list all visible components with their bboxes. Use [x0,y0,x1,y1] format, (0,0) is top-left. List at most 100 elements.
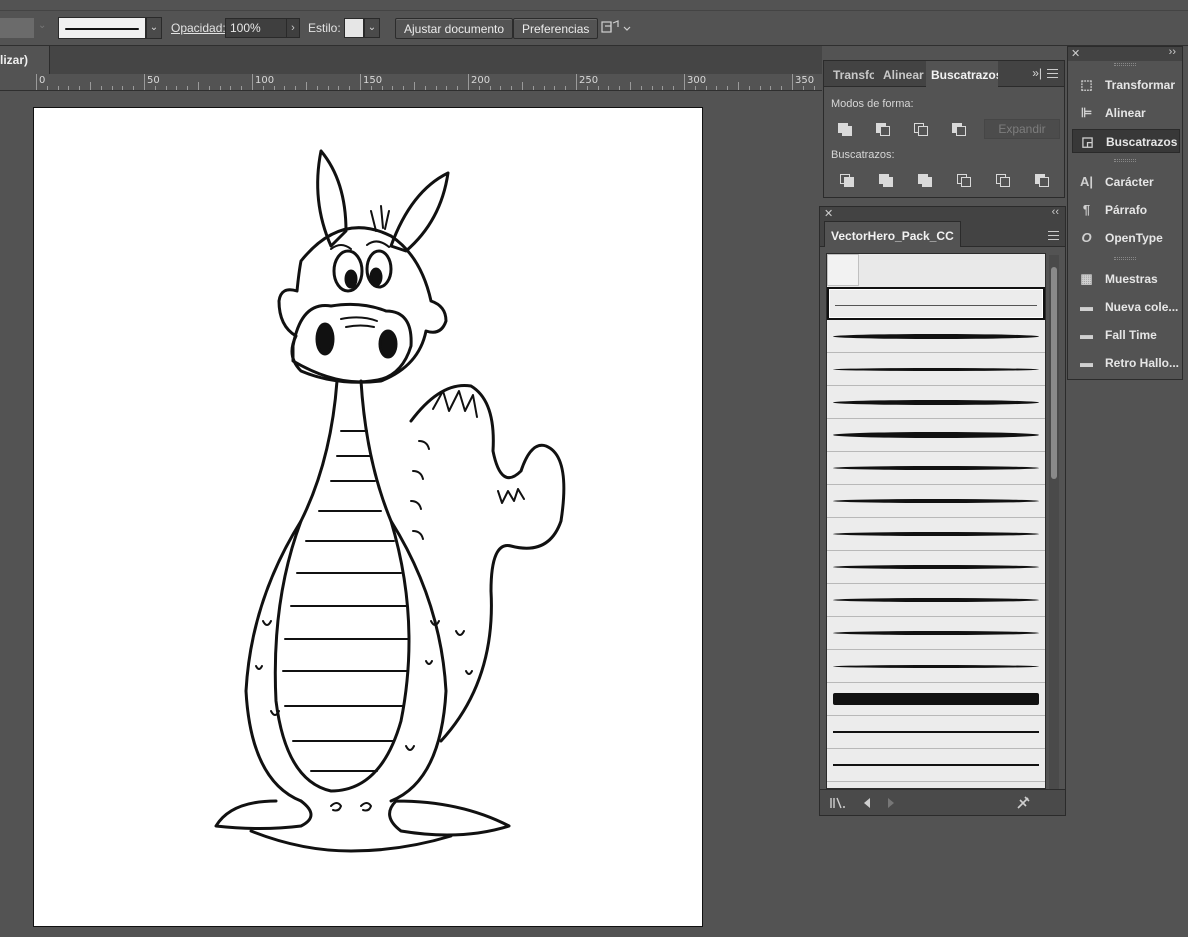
ruler-label: 150 [363,75,383,86]
transform-icon: ⬚ [1080,77,1093,92]
brush-stroke-preview [833,664,1039,668]
ruler-minor-tick [327,86,329,90]
brush-item[interactable] [827,287,1045,320]
ruler-minor-tick [295,86,297,90]
brush-item[interactable] [827,683,1045,716]
ruler-minor-tick [187,86,189,90]
document-tab[interactable]: lizar) [0,46,50,74]
tab-vectorhero[interactable]: VectorHero_Pack_CC [824,221,961,247]
chevron-right-icon[interactable]: › [286,18,300,38]
trim-icon[interactable] [877,172,895,188]
expand-button[interactable]: Expandir [984,119,1060,139]
ruler-minor-tick [284,86,286,90]
fit-document-button[interactable]: Ajustar documento [395,18,514,39]
ruler-major-tick [252,74,253,90]
arrange-documents-icon[interactable] [601,20,631,38]
minus-back-icon[interactable] [1033,172,1051,188]
merge-icon[interactable] [916,172,934,188]
opacity-input[interactable]: 100% [225,18,287,38]
intersect-icon[interactable] [912,121,930,137]
brush-options-icon[interactable] [1016,796,1030,810]
chevron-down-icon[interactable]: ⌄ [364,18,380,38]
brush-item[interactable] [827,254,859,286]
dock-item-pathfinder[interactable]: ◲ Buscatrazos [1072,129,1180,153]
crop-icon[interactable] [955,172,973,188]
dock-item-label: Muestras [1105,272,1158,286]
brush-stroke-preview[interactable] [58,17,146,39]
expand-icon[interactable]: ›› [1169,46,1176,58]
brush-item[interactable] [827,320,1045,353]
dock-item-align[interactable]: ⊫ Alinear [1072,101,1180,125]
brush-item[interactable] [827,518,1045,551]
panel-menu-icon[interactable] [1047,69,1058,78]
tab-pathfinder[interactable]: Buscatrazos [926,61,998,87]
dock-item-character[interactable]: A| Carácter [1072,170,1180,194]
unite-icon[interactable] [836,121,854,137]
divide-icon[interactable] [838,172,856,188]
chevron-down-icon[interactable]: ⌄ [146,17,162,39]
document-tab-bar [0,46,822,74]
close-icon[interactable]: ✕ [1071,47,1080,60]
preferences-button[interactable]: Preferencias [513,18,599,39]
panel-group-grip[interactable] [1114,257,1136,260]
brush-item[interactable] [827,584,1045,617]
ruler-minor-tick [219,86,221,90]
brush-stroke-preview [833,693,1039,705]
panel-group-grip[interactable] [1114,159,1136,162]
collapse-icon[interactable]: ‹‹ [1052,206,1059,218]
ruler-minor-tick [90,82,91,90]
ruler-minor-tick [122,86,124,90]
dragon-illustration [214,149,566,853]
brush-item[interactable] [827,485,1045,518]
dock-item-folder[interactable]: ▬ Fall Time [1072,323,1180,347]
fill-chevron-icon[interactable]: ⌄ [38,20,48,34]
brush-stroke-preview [833,333,1039,339]
scrollbar[interactable] [1049,255,1059,789]
dock-item-swatches[interactable]: ▦ Muestras [1072,267,1180,291]
ruler-minor-tick [208,86,210,90]
tab-align[interactable]: Alinear [878,61,926,87]
fill-swatch[interactable] [0,18,34,38]
brush-item[interactable] [827,617,1045,650]
brush-item[interactable] [827,749,1045,782]
dock-item-opentype[interactable]: O OpenType [1072,226,1180,250]
brush-stroke-preview [833,731,1039,733]
dock-item-paragraph[interactable]: ¶ Párrafo [1072,198,1180,222]
brush-item[interactable] [827,452,1045,485]
more-tabs-icon[interactable]: »| [1032,66,1042,80]
dock-item-folder[interactable]: ▬ Nueva cole... [1072,295,1180,319]
brush-item[interactable] [827,353,1045,386]
panel-menu-icon[interactable] [1048,231,1059,240]
artboard[interactable] [33,107,703,927]
ruler-minor-tick [446,86,448,90]
dock-item-transform[interactable]: ⬚ Transformar [1072,73,1180,97]
ruler-minor-tick [414,82,415,90]
ruler-minor-tick [565,86,567,90]
dock-item-folder[interactable]: ▬ Retro Hallo... [1072,351,1180,375]
panel-group-grip[interactable] [1114,63,1136,66]
ruler-label: 300 [687,75,707,86]
ruler-minor-tick [68,86,70,90]
brush-stroke-preview [833,565,1039,569]
ruler-minor-tick [306,82,307,90]
brush-item[interactable] [827,551,1045,584]
ruler-minor-tick [478,86,480,90]
ruler-minor-tick [597,86,599,90]
brush-item[interactable] [827,386,1045,419]
style-swatch[interactable] [344,18,364,38]
brush-item[interactable] [827,419,1045,452]
outline-icon[interactable] [994,172,1012,188]
shape-modes-label: Modos de forma: [831,98,914,110]
brush-item[interactable] [827,716,1045,749]
library-menu-icon[interactable] [830,796,930,810]
ruler-minor-tick [694,86,696,90]
ruler-minor-tick [133,86,135,90]
minus-front-icon[interactable] [874,121,892,137]
tab-transform[interactable]: Transfor [828,61,874,87]
swatches-icon: ▦ [1080,271,1093,286]
exclude-icon[interactable] [950,121,968,137]
brush-item[interactable] [827,650,1045,683]
opacity-label[interactable]: Opacidad: [171,21,226,35]
ruler-minor-tick [241,86,243,90]
scrollbar-thumb[interactable] [1051,267,1057,479]
